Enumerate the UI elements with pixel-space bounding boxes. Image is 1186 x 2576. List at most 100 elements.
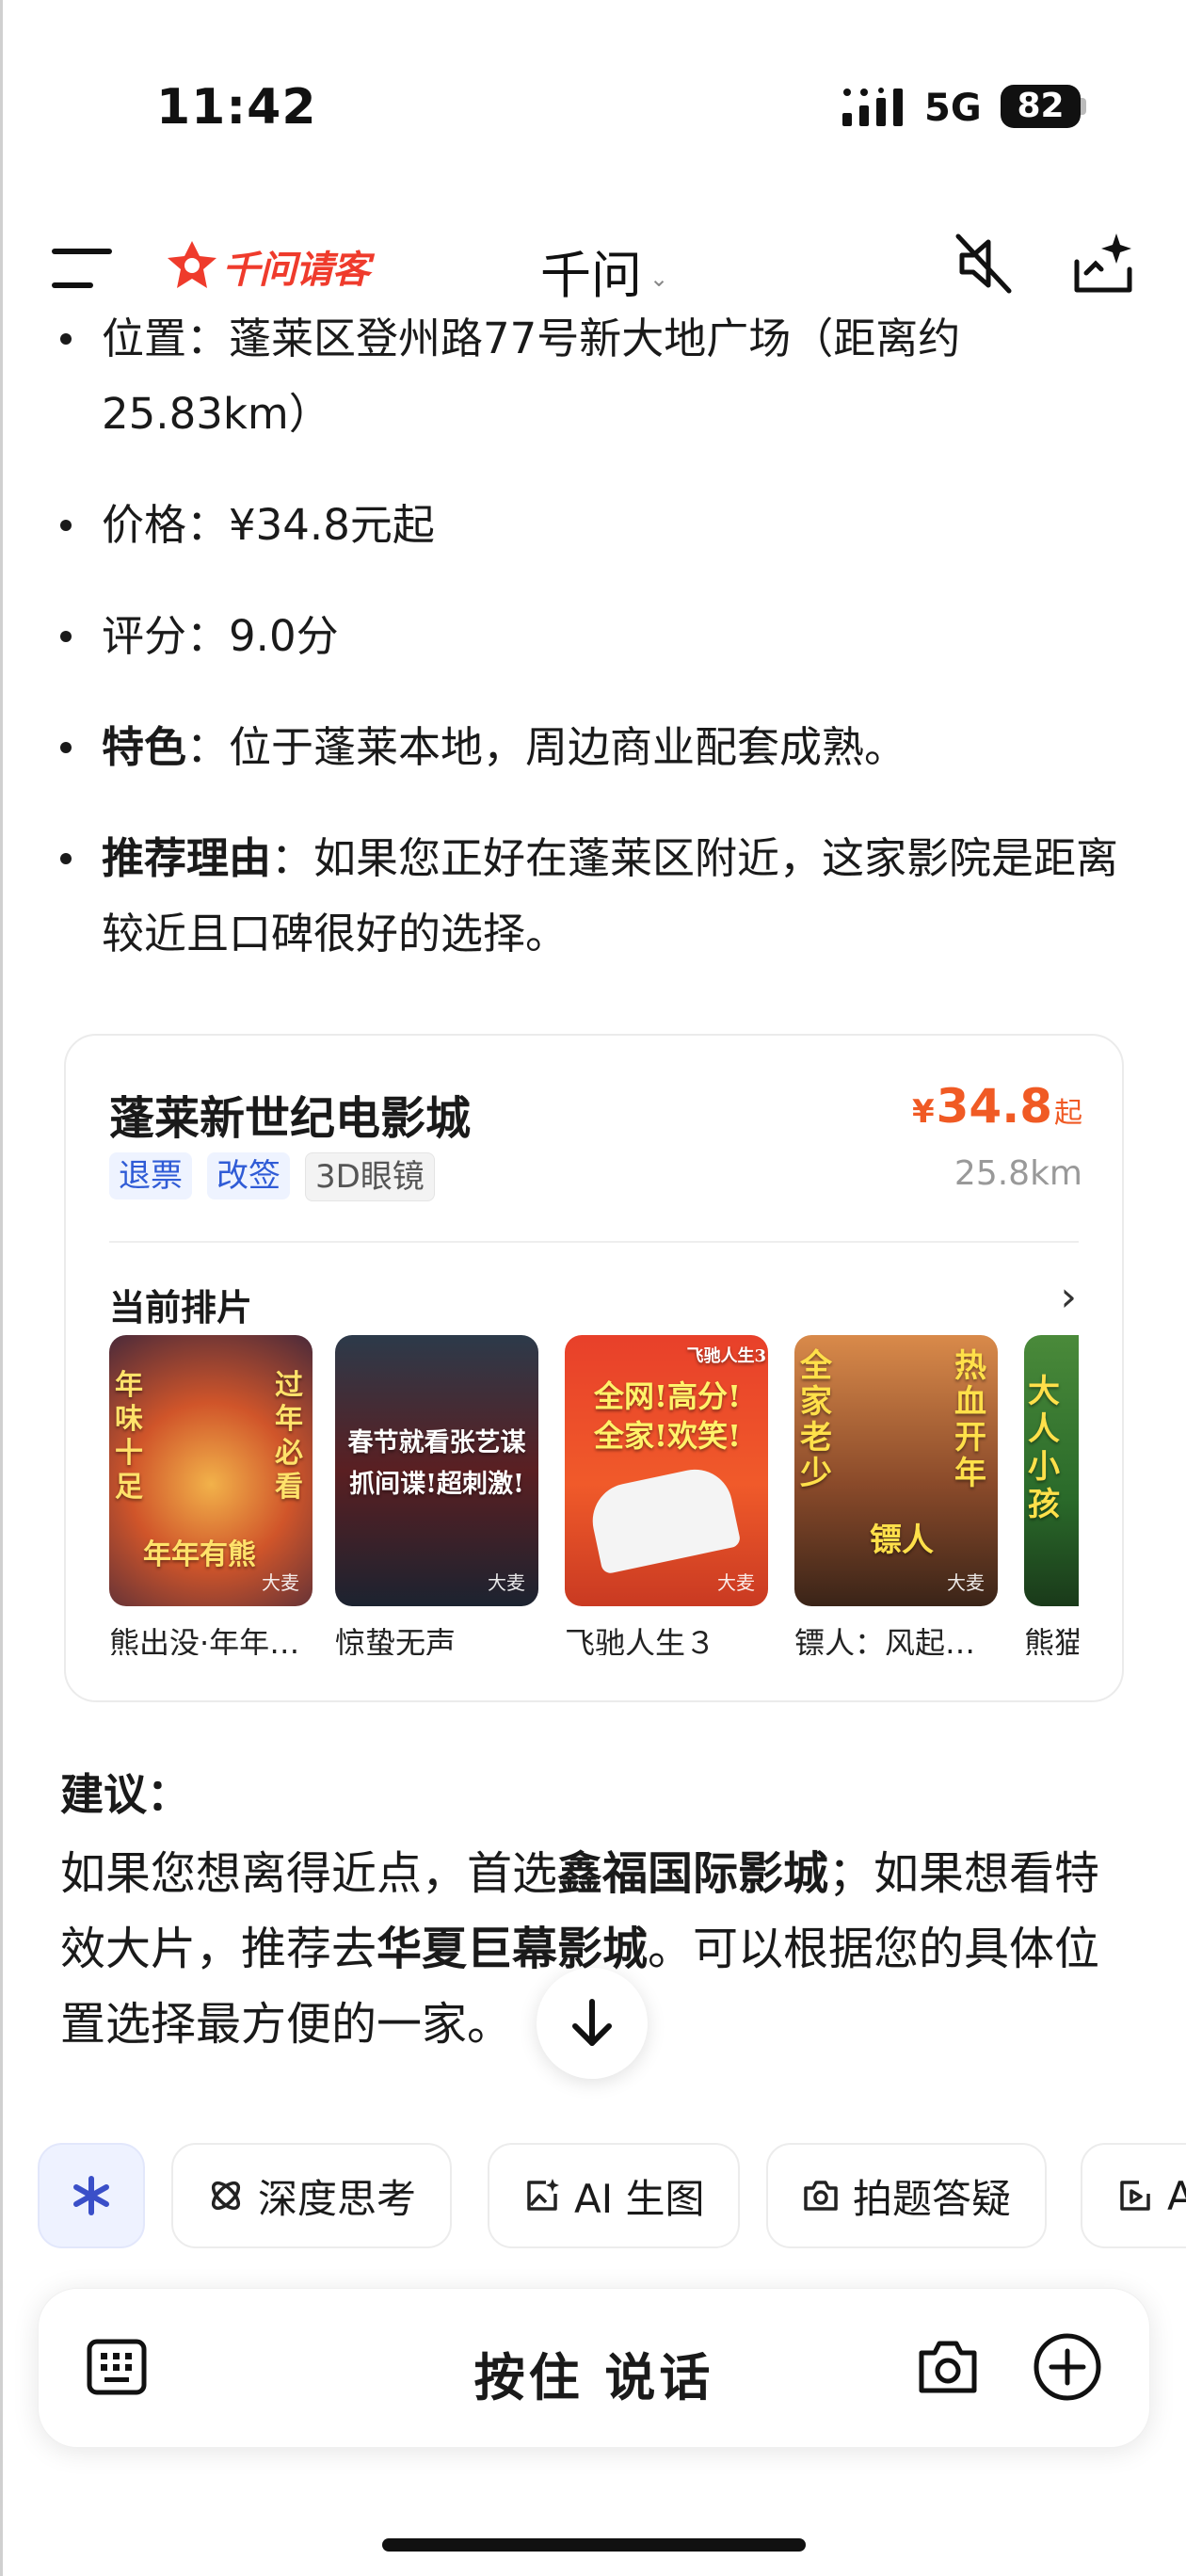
poster-text: 抓间谍!超刺激! <box>349 1470 524 1499</box>
detail-label: 评分 <box>102 611 187 661</box>
tag-reschedule: 改签 <box>207 1152 290 1199</box>
chip-label: 深度思考 <box>258 2175 417 2222</box>
detail-label: 推荐理由 <box>102 833 272 883</box>
assistant-chip[interactable] <box>38 2143 145 2248</box>
detail-value: ¥34.8元起 <box>229 500 435 550</box>
menu-icon[interactable] <box>52 247 112 290</box>
poster-car-shape <box>585 1462 742 1575</box>
chip-deep-think[interactable]: 深度思考 <box>171 2143 453 2248</box>
cinema-distance: 25.8km <box>954 1154 1082 1193</box>
movie-item[interactable]: 飞驰人生3 全网!高分! 全家!欢笑! 大麦 飞驰人生３ <box>565 1335 768 1655</box>
movie-title: 惊蛰无声 <box>335 1625 457 1655</box>
add-circle-icon[interactable] <box>1033 2332 1102 2402</box>
movie-poster: 年味十足 过年必看 年年有熊 大麦 <box>109 1335 313 1606</box>
scroll-to-bottom-button[interactable] <box>537 1968 648 2079</box>
poster-text: 全网!高分! <box>593 1378 742 1414</box>
poster-text: 热血开年 <box>954 1347 986 1492</box>
cinema-details-list: 位置：蓬莱区登州路77号新大地广场（距离约25.83km） 价格：¥34.8元起… <box>56 314 1139 1007</box>
price-currency: ¥ <box>911 1093 935 1131</box>
app-title-selector[interactable]: 千问 ⌄ <box>540 233 668 308</box>
new-chat-sparkle-icon[interactable] <box>1067 228 1139 298</box>
detail-label: 价格 <box>102 500 187 550</box>
chip-label: AI 生图 <box>574 2175 705 2222</box>
poster-text: 全家老少 <box>800 1347 832 1492</box>
detail-label: 位置 <box>102 314 187 363</box>
quick-action-bar: 深度思考 AI 生图 拍题答疑 A <box>38 2143 1186 2252</box>
brand-logo-text[interactable]: 千问请客 <box>222 239 370 294</box>
chip-label: 拍题答疑 <box>853 2175 1012 2222</box>
detail-sep: ： <box>186 611 230 661</box>
movie-item[interactable]: 全家老少 热血开年 镖人 大麦 镖人：风起大漠 <box>794 1335 998 1655</box>
showtimes-section-title: 当前排片 <box>109 1287 253 1328</box>
arrow-down-icon <box>572 1999 612 2046</box>
poster-text: 镖人 <box>870 1521 934 1559</box>
movie-poster-row[interactable]: 年味十足 过年必看 年年有熊 大麦 熊出没·年年有熊 春节就看张艺谋 抓间谍!超… <box>109 1335 1079 1655</box>
voice-input-bar[interactable]: 按住 说话 <box>38 2288 1150 2448</box>
battery-icon: 82 <box>1001 85 1081 128</box>
brand-logo-icon <box>168 241 216 288</box>
detail-sep: ： <box>186 500 230 550</box>
price-value: 34.8 <box>936 1079 1052 1134</box>
screen-edge <box>0 0 3 2576</box>
poster-text: 全家!欢笑! <box>593 1418 742 1454</box>
movie-item[interactable]: 春节就看张艺谋 抓间谍!超刺激! 大麦 惊蛰无声 <box>335 1335 538 1655</box>
movie-poster: 全家老少 热血开年 镖人 大麦 <box>794 1335 998 1606</box>
network-label: 5G <box>924 87 982 130</box>
chevron-right-icon[interactable]: › <box>1060 1273 1077 1321</box>
movie-item[interactable]: 年味十足 过年必看 年年有熊 大麦 熊出没·年年有熊 <box>109 1335 313 1655</box>
battery-cap <box>1081 98 1086 115</box>
home-indicator <box>382 2538 806 2552</box>
chip-more[interactable]: A <box>1081 2143 1186 2248</box>
detail-value: 蓬莱区登州路77号新大地广场（距离约25.83km） <box>102 314 961 439</box>
poster-badge: 大麦 <box>717 1571 755 1594</box>
list-item: 评分：9.0分 <box>56 599 1139 674</box>
detail-sep: ： <box>186 314 230 363</box>
suggestion-highlight: 鑫福国际影城 <box>557 1847 829 1900</box>
list-item: 推荐理由：如果您正好在蓬莱区附近，这家影院是距离较近且口碑很好的选择。 <box>56 821 1139 972</box>
suggestion-highlight: 华夏巨幕影城 <box>377 1923 649 1975</box>
cinema-card[interactable]: 蓬莱新世纪电影城 ¥34.8起 退票 改签 3D眼镜 25.8km 当前排片 ›… <box>64 1034 1124 1702</box>
suggestion-title: 建议： <box>60 1769 190 1820</box>
list-item: 价格：¥34.8元起 <box>56 488 1139 563</box>
tag-3d-glasses: 3D眼镜 <box>305 1152 435 1201</box>
list-item: 特色：位于蓬莱本地，周边商业配套成熟。 <box>56 710 1139 785</box>
hold-to-talk-button[interactable]: 按住 说话 <box>39 2336 1149 2410</box>
cinema-name: 蓬莱新世纪电影城 <box>109 1092 472 1145</box>
price-suffix: 起 <box>1054 1097 1082 1130</box>
detail-label: 特色 <box>102 722 187 772</box>
movie-title: 熊猫计划 <box>1024 1625 1079 1655</box>
movie-title: 熊出没·年年有熊 <box>109 1625 313 1655</box>
movie-title: 镖人：风起大漠 <box>794 1625 998 1655</box>
status-time: 11:42 <box>156 79 317 136</box>
suggestion-fragment: 如果您想离得近点，首选 <box>60 1847 558 1900</box>
tag-refund: 退票 <box>109 1152 192 1199</box>
chip-photo-question[interactable]: 拍题答疑 <box>766 2143 1048 2248</box>
movie-poster: 飞驰人生3 全网!高分! 全家!欢笑! 大麦 <box>565 1335 768 1606</box>
app-title: 千问 <box>540 246 642 305</box>
poster-text: 大人小孩 <box>1028 1373 1060 1523</box>
battery-level: 82 <box>1017 87 1065 125</box>
sparkle-star-icon <box>73 2176 109 2215</box>
divider <box>109 1241 1079 1243</box>
chip-ai-image[interactable]: AI 生图 <box>488 2143 741 2248</box>
camera-icon <box>804 2181 838 2211</box>
movie-poster: 春节就看张艺谋 抓间谍!超刺激! 大麦 <box>335 1335 538 1606</box>
detail-value: 9.0分 <box>229 611 339 661</box>
detail-sep: ： <box>271 833 314 883</box>
poster-text: 过年必看 <box>275 1369 303 1504</box>
poster-badge: 大麦 <box>947 1571 985 1594</box>
signal-icon <box>842 88 903 126</box>
video-generate-icon <box>1120 2181 1150 2211</box>
chip-label: A <box>1167 2172 1186 2219</box>
poster-text: 年年有熊 <box>143 1538 256 1571</box>
service-tags: 退票 改签 3D眼镜 <box>109 1152 435 1201</box>
camera-icon[interactable] <box>916 2338 980 2396</box>
speaker-muted-icon[interactable] <box>953 231 1015 297</box>
poster-badge: 大麦 <box>488 1571 525 1594</box>
image-generate-icon <box>527 2179 559 2211</box>
poster-text: 飞驰人生3 <box>686 1346 766 1366</box>
movie-poster: 大人小孩 <box>1024 1335 1079 1606</box>
cinema-price: ¥34.8起 <box>912 1079 1082 1134</box>
movie-title: 飞驰人生３ <box>565 1625 716 1655</box>
movie-item[interactable]: 大人小孩 熊猫计划 <box>1024 1335 1079 1655</box>
